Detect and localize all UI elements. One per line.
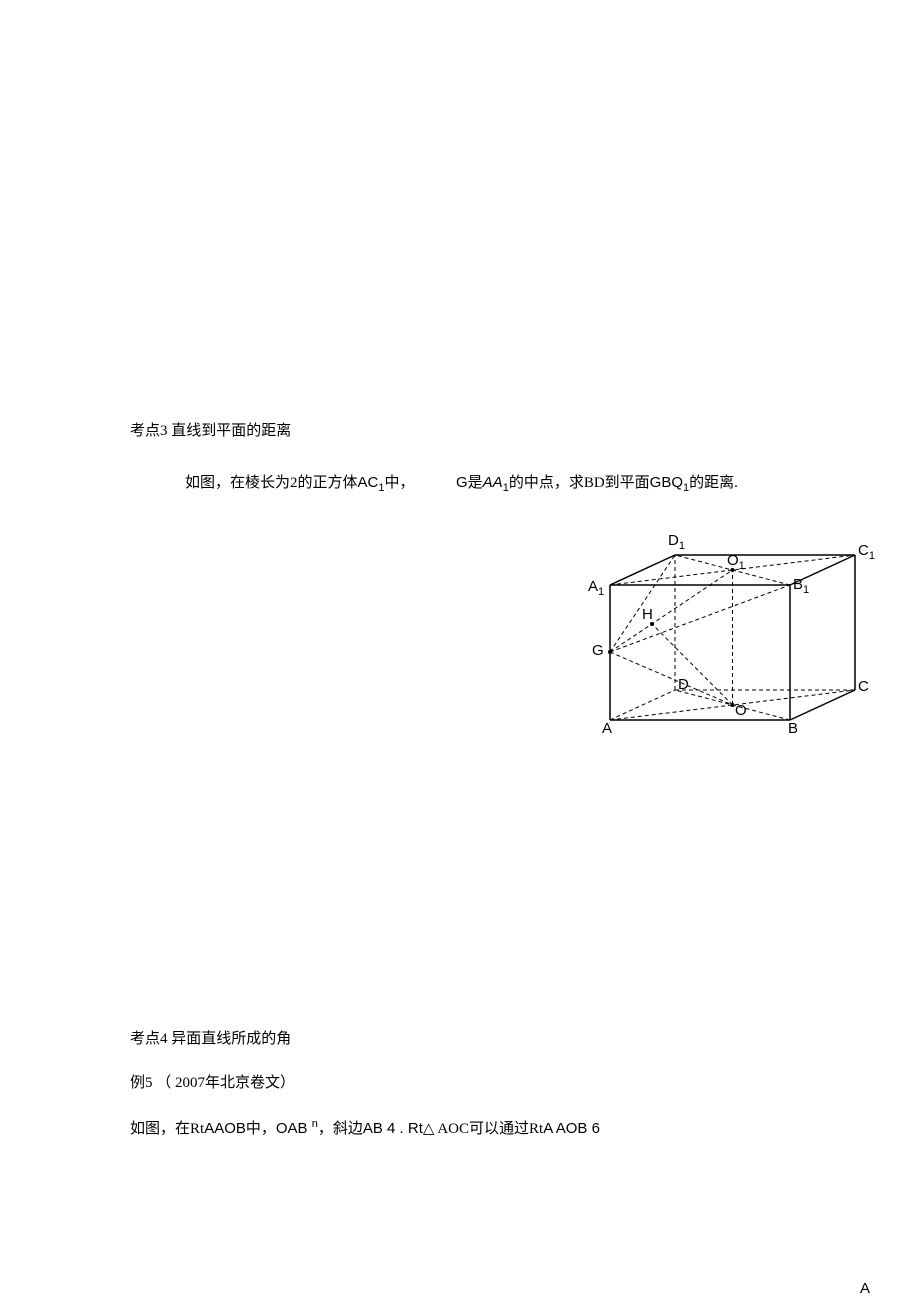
- label-D1: D1: [668, 532, 685, 552]
- label-A-letter: A: [602, 720, 612, 737]
- label-D1-sub: 1: [679, 540, 685, 552]
- label-C1-sub: 1: [869, 550, 875, 562]
- body-e: AB 4 . Rt: [363, 1120, 423, 1137]
- label-G-letter: G: [592, 642, 604, 659]
- label-C1: C1: [858, 542, 875, 562]
- label-D-letter: D: [678, 676, 689, 693]
- body-a: 如图，在Rt: [130, 1121, 204, 1137]
- problem-part-b: AC: [358, 474, 379, 491]
- label-D: D: [678, 676, 689, 693]
- label-B-letter: B: [788, 720, 798, 737]
- section2-example-text: 例5 （ 2007年北京卷文）: [130, 1075, 295, 1091]
- section2-example: 例5 （ 2007年北京卷文）: [130, 1072, 295, 1095]
- label-C: C: [858, 678, 869, 695]
- label-O1-letter: O: [727, 552, 739, 569]
- cube-figure: D1 C1 A1 B1 O1 G H D C A B: [580, 520, 876, 740]
- label-D1-letter: D: [668, 532, 679, 549]
- problem-part-d: G是: [456, 474, 483, 491]
- label-B1-letter: B: [793, 576, 803, 593]
- section2-title-text: 考点4 异面直线所成的角: [130, 1031, 291, 1047]
- problem-part-e: AA: [483, 474, 503, 491]
- label-H: H: [642, 606, 653, 623]
- label-B1-sub: 1: [803, 584, 809, 596]
- problem-part-h: 的距离.: [689, 475, 738, 491]
- body-b: AAOB中，OAB: [204, 1120, 312, 1137]
- footer-letter-text: A: [860, 1280, 870, 1297]
- body-g: A AOB 6: [543, 1120, 600, 1137]
- section1-problem: 如图，在棱长为2的正方体AC1中， G是AA1的中点，求BD到平面GBQ1的距离…: [185, 472, 738, 497]
- label-A1-sub: 1: [598, 586, 604, 598]
- label-B: B: [788, 720, 798, 737]
- footer-letter: A: [860, 1280, 870, 1297]
- body-f: △ AOC可以通过Rt: [423, 1121, 543, 1137]
- label-O1-sub: 1: [739, 560, 745, 572]
- label-O: O: [735, 702, 747, 719]
- section1-title-text: 考点3 直线到平面的距离: [130, 423, 291, 439]
- label-A1-letter: A: [588, 578, 598, 595]
- body-d: ，斜边: [318, 1121, 363, 1137]
- label-O-letter: O: [735, 702, 747, 719]
- label-A1: A1: [588, 578, 604, 598]
- label-C-letter: C: [858, 678, 869, 695]
- label-B1: B1: [793, 576, 809, 596]
- problem-part-a: 如图，在棱长为2的正方体: [185, 475, 358, 491]
- label-C1-letter: C: [858, 542, 869, 559]
- section2-body: 如图，在RtAAOB中，OAB n，斜边AB 4 . Rt△ AOC可以通过Rt…: [130, 1116, 600, 1141]
- label-G: G: [592, 642, 604, 659]
- problem-part-g: GBQ: [650, 474, 683, 491]
- section2-title: 考点4 异面直线所成的角: [130, 1028, 291, 1051]
- label-A: A: [602, 720, 612, 737]
- label-O1: O1: [727, 552, 745, 572]
- label-H-letter: H: [642, 606, 653, 623]
- problem-part-f: 的中点，求BD到平面: [509, 475, 650, 491]
- problem-part-c: 中，: [384, 475, 414, 491]
- section1-title: 考点3 直线到平面的距离: [130, 420, 291, 443]
